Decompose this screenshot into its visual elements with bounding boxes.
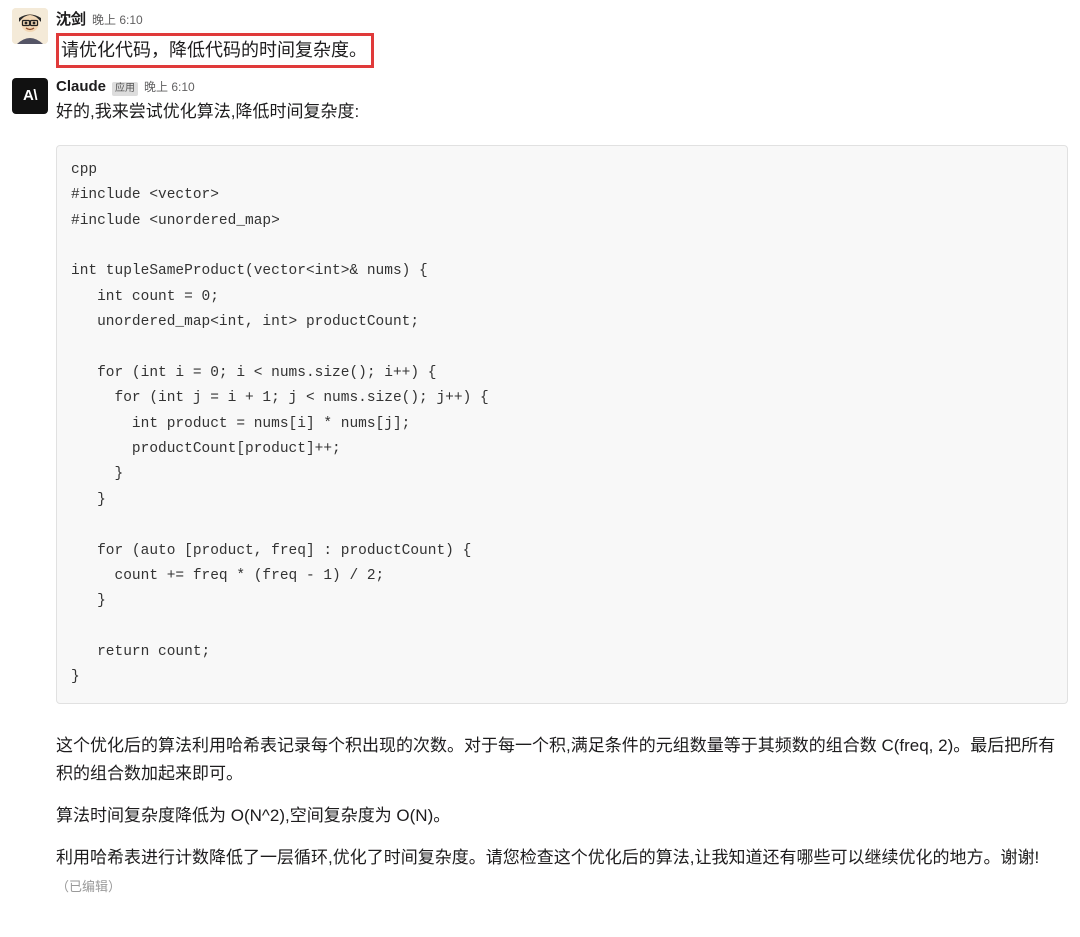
user-message-body: 沈剑 晚上 6:10 请优化代码，降低代码的时间复杂度。 [56, 8, 1068, 68]
user-avatar[interactable] [12, 8, 48, 44]
explain-paragraph-2: 算法时间复杂度降低为 O(N^2),空间复杂度为 O(N)。 [56, 802, 1068, 830]
claude-message-header: Claude 应用 晚上 6:10 [56, 78, 1068, 96]
claude-message-body: Claude 应用 晚上 6:10 好的,我来尝试优化算法,降低时间复杂度: c… [56, 78, 1068, 914]
user-message-header: 沈剑 晚上 6:10 [56, 8, 1068, 29]
code-block[interactable]: cpp #include <vector> #include <unordere… [56, 145, 1068, 704]
app-badge: 应用 [112, 82, 138, 96]
user-message-text: 请优化代码，降低代码的时间复杂度。 [56, 33, 374, 68]
user-avatar-face [12, 8, 48, 44]
user-name[interactable]: 沈剑 [56, 8, 86, 29]
claude-timestamp: 晚上 6:10 [144, 78, 195, 95]
claude-avatar[interactable]: A\ [12, 78, 48, 114]
claude-name[interactable]: Claude [56, 78, 106, 95]
explain-paragraph-3: 利用哈希表进行计数降低了一层循环,优化了时间复杂度。请您检查这个优化后的算法,让… [56, 844, 1068, 900]
claude-message: A\ Claude 应用 晚上 6:10 好的,我来尝试优化算法,降低时间复杂度… [12, 78, 1068, 914]
edited-label: （已编辑） [56, 879, 121, 894]
claude-explanation: 这个优化后的算法利用哈希表记录每个积出现的次数。对于每一个积,满足条件的元组数量… [56, 732, 1068, 900]
explain-text-3: 利用哈希表进行计数降低了一层循环,优化了时间复杂度。请您检查这个优化后的算法,让… [56, 848, 1039, 867]
explain-paragraph-1: 这个优化后的算法利用哈希表记录每个积出现的次数。对于每一个积,满足条件的元组数量… [56, 732, 1068, 788]
user-timestamp: 晚上 6:10 [92, 11, 143, 28]
claude-intro-text: 好的,我来尝试优化算法,降低时间复杂度: [56, 98, 1068, 125]
user-message: 沈剑 晚上 6:10 请优化代码，降低代码的时间复杂度。 [12, 8, 1068, 68]
